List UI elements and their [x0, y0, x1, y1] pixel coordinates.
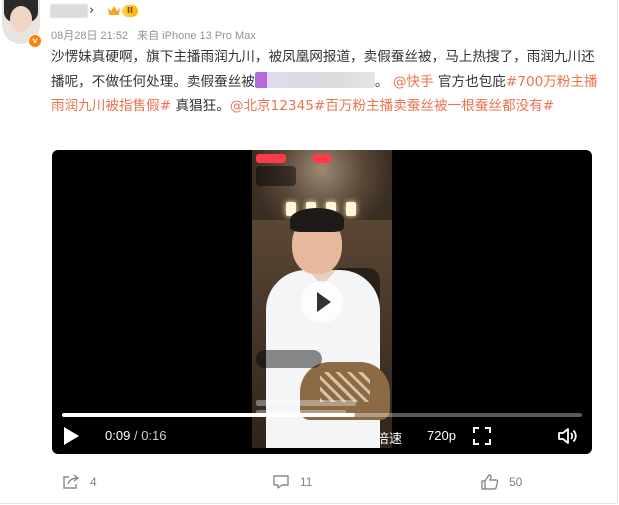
presenter-hair	[290, 208, 344, 232]
comment-button[interactable]: 11	[272, 474, 312, 490]
weibo-post-card: v › II 08月28日 21:52 来自 iPhone 13 Pro Max…	[0, 0, 618, 504]
time-display: 0:09 / 0:16	[105, 428, 167, 443]
mention-kuaishou[interactable]: @快手	[393, 74, 434, 90]
level-badge: II	[122, 5, 138, 17]
live-ui-info	[256, 166, 296, 186]
repost-button[interactable]: 4	[62, 474, 97, 490]
avatar-face	[10, 6, 32, 32]
post-text: 沙愣妹真硬啊，旗下主播雨润九川，被凤凰网报道，卖假蚕丝被，马上热搜了，雨润九川还…	[51, 45, 599, 119]
speed-button[interactable]: 倍速	[376, 428, 402, 447]
thumbs-up-icon	[481, 474, 499, 490]
fullscreen-icon[interactable]	[473, 427, 491, 445]
progress-fill	[62, 413, 355, 417]
chevron-right-icon[interactable]: ›	[89, 3, 94, 19]
like-button[interactable]: 50	[481, 474, 522, 490]
play-icon[interactable]	[62, 426, 80, 446]
redacted-mention	[254, 71, 375, 88]
verified-badge-icon: v	[28, 34, 42, 48]
live-ui-badge	[256, 154, 286, 163]
author-name-redacted[interactable]	[50, 4, 88, 18]
post-text-punct: 。	[374, 73, 389, 90]
lamp-4	[346, 202, 356, 216]
live-ui-comment-1	[256, 400, 356, 406]
live-ui-follow	[312, 154, 332, 163]
repost-count: 4	[90, 475, 97, 489]
video-player[interactable]: 0:09 / 0:16 倍速 720p	[52, 150, 592, 454]
duration: 0:16	[141, 428, 167, 443]
post-text-part3: 真猖狂。	[171, 98, 230, 115]
like-count: 50	[509, 475, 523, 489]
post-text-part2: 官方也包庇	[433, 73, 506, 90]
repost-icon	[63, 474, 80, 489]
mention-beijing-12345[interactable]: @北京12345	[230, 98, 314, 114]
live-ui-product	[256, 350, 322, 368]
current-time: 0:09	[105, 428, 131, 443]
hashtag-silk-quilt[interactable]: #百万粉主播卖蚕丝被一根蚕丝都没有#	[314, 98, 554, 114]
progress-bar[interactable]	[62, 413, 582, 417]
volume-icon[interactable]	[557, 427, 579, 445]
time-separator: /	[133, 428, 138, 443]
shoe-lace	[320, 372, 370, 402]
post-meta: 08月28日 21:52 来自 iPhone 13 Pro Max	[51, 27, 262, 43]
crown-icon	[108, 6, 120, 15]
comment-icon	[273, 475, 289, 489]
quality-button[interactable]: 720p	[427, 428, 456, 443]
center-play-icon[interactable]	[301, 281, 343, 323]
comment-count: 11	[300, 475, 313, 489]
post-source: 来自 iPhone 13 Pro Max	[137, 30, 256, 42]
post-date[interactable]: 08月28日 21:52	[51, 30, 128, 42]
